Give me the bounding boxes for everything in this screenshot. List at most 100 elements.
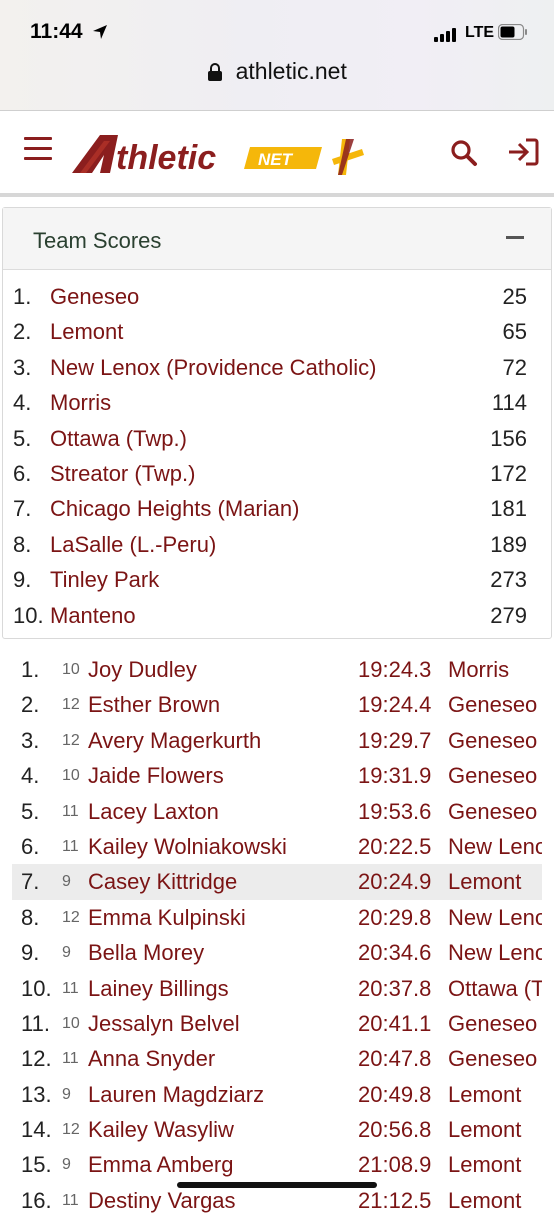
- team-score-row: 3. New Lenox (Providence Catholic) 72: [3, 351, 551, 386]
- athlete-name-link[interactable]: Emma Amberg: [88, 1152, 234, 1178]
- result-time-link[interactable]: 21:08.9: [358, 1152, 431, 1178]
- result-place: 15.: [21, 1152, 52, 1178]
- team-name-link[interactable]: Tinley Park: [50, 567, 159, 593]
- result-row[interactable]: 11. 10 Jessalyn Belvel 20:41.1 Geneseo: [0, 1006, 554, 1041]
- athlete-name-link[interactable]: Jaide Flowers: [88, 763, 224, 789]
- result-team-link[interactable]: Lemont: [448, 1082, 542, 1108]
- result-team-link[interactable]: Lemont: [448, 1117, 542, 1143]
- result-row[interactable]: 13. 9 Lauren Magdziarz 20:49.8 Lemont: [0, 1077, 554, 1112]
- team-name-link[interactable]: LaSalle (L.-Peru): [50, 532, 216, 558]
- athletic-net-logo[interactable]: thletic NET: [70, 131, 370, 177]
- team-rank: 1.: [13, 284, 32, 309]
- result-team-link[interactable]: New Lenox: [448, 940, 542, 966]
- team-name-link[interactable]: New Lenox (Providence Catholic): [50, 355, 377, 381]
- result-grade: 11: [62, 1191, 79, 1209]
- result-time-link[interactable]: 20:29.8: [358, 905, 431, 931]
- result-row[interactable]: 2. 12 Esther Brown 19:24.4 Geneseo: [0, 687, 554, 722]
- team-name-link[interactable]: Manteno: [50, 603, 136, 629]
- result-grade: 10: [62, 661, 80, 678]
- athlete-name-link[interactable]: Avery Magerkurth: [88, 728, 261, 754]
- athlete-name-link[interactable]: Emma Kulpinski: [88, 905, 246, 931]
- result-place: 14.: [21, 1117, 52, 1143]
- result-team-link[interactable]: Geneseo: [448, 1046, 542, 1072]
- athlete-name-link[interactable]: Joy Dudley: [88, 657, 197, 683]
- result-team-link[interactable]: Geneseo: [448, 763, 542, 789]
- result-time-link[interactable]: 19:24.4: [358, 692, 431, 718]
- result-row[interactable]: 15. 9 Emma Amberg 21:08.9 Lemont: [0, 1147, 554, 1182]
- logo-net-text: NET: [258, 150, 294, 169]
- athlete-name-link[interactable]: Casey Kittridge: [88, 869, 237, 895]
- result-place: 11.: [21, 1010, 50, 1036]
- athlete-name-link[interactable]: Esther Brown: [88, 692, 220, 718]
- result-time-link[interactable]: 20:47.8: [358, 1046, 431, 1072]
- team-name-link[interactable]: Chicago Heights (Marian): [50, 496, 299, 522]
- result-time-link[interactable]: 20:24.9: [358, 869, 431, 895]
- result-row[interactable]: 14. 12 Kailey Wasyliw 20:56.8 Lemont: [0, 1112, 554, 1147]
- result-time-link[interactable]: 20:56.8: [358, 1117, 431, 1143]
- result-time-link[interactable]: 20:49.8: [358, 1082, 431, 1108]
- result-row[interactable]: 3. 12 Avery Magerkurth 19:29.7 Geneseo: [0, 723, 554, 758]
- hamburger-icon[interactable]: [24, 137, 52, 161]
- result-place: 12.: [21, 1046, 52, 1072]
- result-time-link[interactable]: 19:29.7: [358, 728, 431, 754]
- result-time-link[interactable]: 21:12.5: [358, 1188, 431, 1214]
- result-team-link[interactable]: Geneseo: [448, 692, 542, 718]
- result-time-link[interactable]: 19:53.6: [358, 799, 431, 825]
- athlete-name-link[interactable]: Lauren Magdziarz: [88, 1082, 264, 1108]
- result-time-link[interactable]: 20:41.1: [358, 1011, 431, 1037]
- result-team-link[interactable]: Morris: [448, 657, 542, 683]
- athlete-name-link[interactable]: Anna Snyder: [88, 1046, 215, 1072]
- athlete-name-link[interactable]: Kailey Wolniakowski: [88, 834, 287, 860]
- result-team-link[interactable]: Geneseo: [448, 1011, 542, 1037]
- team-score-row: 9. Tinley Park 273: [3, 563, 551, 598]
- team-score-row: 2. Lemont 65: [3, 315, 551, 350]
- result-row[interactable]: 10. 11 Lainey Billings 20:37.8 Ottawa (Twp.): [0, 971, 554, 1006]
- team-name-link[interactable]: Geneseo: [50, 284, 139, 310]
- individual-results-list: 1. 10 Joy Dudley 19:24.3 Morris 2. 12 Esther Br…: [0, 652, 554, 1218]
- result-time-link[interactable]: 20:34.6: [358, 940, 431, 966]
- athlete-name-link[interactable]: Destiny Vargas: [88, 1188, 236, 1214]
- team-name-link[interactable]: Lemont: [50, 319, 123, 345]
- result-row[interactable]: 16. 11 Destiny Vargas 21:12.5 Lemont: [0, 1183, 554, 1218]
- result-time-link[interactable]: 20:22.5: [358, 834, 431, 860]
- athlete-name-link[interactable]: Bella Morey: [88, 940, 204, 966]
- result-time-link[interactable]: 19:31.9: [358, 763, 431, 789]
- search-icon[interactable]: [450, 139, 478, 167]
- team-score-row: 1. Geneseo 25: [3, 280, 551, 315]
- result-team-link[interactable]: Lemont: [448, 1188, 542, 1214]
- result-time-link[interactable]: 19:24.3: [358, 657, 431, 683]
- athlete-name-link[interactable]: Lainey Billings: [88, 976, 229, 1002]
- result-team-link[interactable]: Ottawa (Twp.): [448, 976, 542, 1002]
- team-scores-list: 1. Geneseo 25 2. Lemont 65 3. New Lenox (Provid…: [3, 280, 551, 634]
- result-row[interactable]: 1. 10 Joy Dudley 19:24.3 Morris: [0, 652, 554, 687]
- lock-icon: [208, 62, 223, 81]
- athlete-name-link[interactable]: Lacey Laxton: [88, 799, 219, 825]
- result-row[interactable]: 5. 11 Lacey Laxton 19:53.6 Geneseo: [0, 794, 554, 829]
- result-team-link[interactable]: Geneseo: [448, 728, 542, 754]
- result-row[interactable]: 8. 12 Emma Kulpinski 20:29.8 New Lenox: [0, 900, 554, 935]
- address-bar[interactable]: athletic.net: [0, 58, 554, 85]
- result-row[interactable]: 9. 9 Bella Morey 20:34.6 New Lenox: [0, 935, 554, 970]
- team-name-link[interactable]: Ottawa (Twp.): [50, 426, 187, 452]
- result-row[interactable]: 12. 11 Anna Snyder 20:47.8 Geneseo: [0, 1041, 554, 1076]
- result-row[interactable]: 7. 9 Casey Kittridge 20:24.9 Lemont: [12, 864, 542, 900]
- login-icon[interactable]: [506, 137, 540, 167]
- result-time-link[interactable]: 20:37.8: [358, 976, 431, 1002]
- result-team-link[interactable]: Geneseo: [448, 799, 542, 825]
- result-row[interactable]: 6. 11 Kailey Wolniakowski 20:22.5 New Lenox: [0, 829, 554, 864]
- result-place: 9.: [21, 940, 40, 966]
- result-team-link[interactable]: New Lenox: [448, 834, 542, 860]
- athlete-name-link[interactable]: Jessalyn Belvel: [88, 1011, 240, 1037]
- result-team-link[interactable]: New Lenox: [448, 905, 542, 931]
- collapse-minus-icon[interactable]: [506, 236, 524, 239]
- result-team-link[interactable]: Lemont: [448, 1152, 542, 1178]
- athlete-name-link[interactable]: Kailey Wasyliw: [88, 1117, 234, 1143]
- team-rank: 2.: [13, 319, 32, 345]
- team-scores-heading[interactable]: Team Scores: [3, 208, 551, 270]
- team-name-link[interactable]: Morris: [50, 390, 111, 416]
- team-score: 172: [490, 460, 527, 486]
- result-team-link[interactable]: Lemont: [448, 869, 542, 895]
- team-name-link[interactable]: Streator (Twp.): [50, 461, 195, 487]
- result-row[interactable]: 4. 10 Jaide Flowers 19:31.9 Geneseo: [0, 758, 554, 793]
- team-score: 72: [502, 354, 527, 380]
